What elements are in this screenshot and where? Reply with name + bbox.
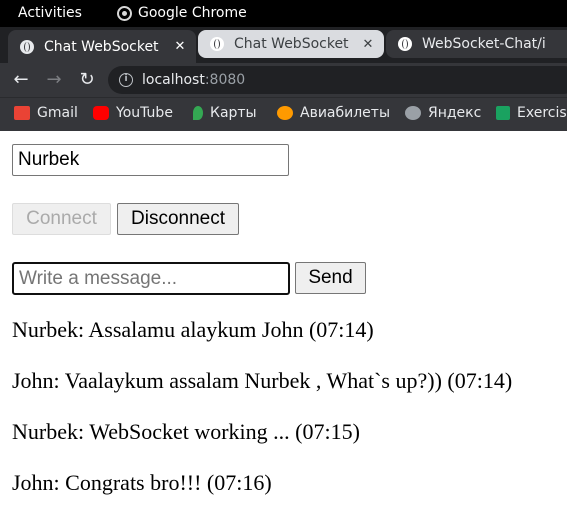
bookmark-maps[interactable]: Карты — [193, 105, 257, 121]
bookmark-exercism[interactable]: Exercis — [496, 105, 567, 121]
tab-title: Chat WebSocket — [234, 36, 349, 52]
app-name-label: Google Chrome — [138, 5, 247, 21]
connect-button[interactable]: Connect — [12, 203, 111, 235]
globe-icon — [405, 106, 421, 120]
browser-toolbar: ← → ↻ i localhost:8080 — [0, 63, 567, 97]
youtube-icon — [93, 106, 109, 120]
reload-icon[interactable]: ↻ — [76, 69, 98, 91]
activities-button[interactable]: Activities — [18, 5, 82, 21]
chat-message: John: Vaalaykum assalam Nurbek , What`s … — [12, 368, 513, 393]
maps-icon — [193, 106, 203, 120]
url-text: localhost:8080 — [142, 72, 245, 88]
chat-message: John: Congrats bro!!! (07:16) — [12, 470, 272, 495]
close-icon[interactable]: ✕ — [172, 39, 188, 54]
disconnect-button[interactable]: Disconnect — [117, 203, 239, 235]
bookmark-label: Авиабилеты — [300, 105, 391, 121]
tab-chat-websocket[interactable]: Chat WebSocket ✕ — [198, 30, 384, 58]
page-content: Connect Disconnect Send Nurbek: Assalamu… — [0, 131, 567, 510]
os-top-bar: Activities Google Chrome — [0, 0, 567, 27]
message-input[interactable] — [12, 262, 290, 295]
url-port: :8080 — [204, 72, 246, 88]
chat-message: Nurbek: Assalamu alaykum John (07:14) — [12, 317, 374, 342]
bookmark-label: Gmail — [37, 105, 78, 121]
exercism-icon — [496, 106, 510, 120]
globe-icon — [20, 39, 34, 54]
send-button[interactable]: Send — [295, 262, 366, 294]
address-bar[interactable]: i localhost:8080 — [108, 66, 567, 94]
gmail-icon — [14, 106, 30, 120]
bookmark-label: Яндекс — [428, 105, 482, 121]
globe-icon — [210, 37, 224, 51]
chat-message: Nurbek: WebSocket working ... (07:15) — [12, 419, 360, 444]
close-icon[interactable]: ✕ — [360, 37, 376, 52]
chrome-icon — [117, 5, 132, 21]
info-icon[interactable]: i — [119, 73, 133, 87]
bookmark-label: Exercis — [517, 105, 567, 121]
bookmark-yandex[interactable]: Яндекс — [405, 105, 481, 121]
bookmark-label: YouTube — [116, 105, 173, 121]
url-host: localhost — [142, 72, 205, 88]
app-menu[interactable]: Google Chrome — [117, 5, 247, 21]
forward-arrow-icon[interactable]: → — [43, 69, 65, 91]
bookmark-aviasales[interactable]: Авиабилеты — [277, 105, 390, 121]
bookmarks-bar: Gmail YouTube Карты Авиабилеты Яндекс Ex… — [0, 97, 567, 131]
bookmark-youtube[interactable]: YouTube — [93, 105, 173, 121]
username-input[interactable] — [12, 144, 289, 176]
bookmark-gmail[interactable]: Gmail — [14, 105, 78, 121]
tab-title: Chat WebSocket — [44, 38, 159, 55]
bookmark-label: Карты — [210, 105, 257, 121]
aviasales-icon — [277, 106, 293, 120]
github-icon — [398, 37, 412, 51]
back-arrow-icon[interactable]: ← — [10, 69, 32, 91]
tab-github[interactable]: WebSocket-Chat/i — [386, 30, 567, 58]
tab-strip: Chat WebSocket ✕ Chat WebSocket ✕ WebSoc… — [0, 27, 567, 63]
tab-title: WebSocket-Chat/i — [422, 36, 546, 52]
tab-chat-websocket-active[interactable]: Chat WebSocket ✕ — [8, 30, 196, 63]
